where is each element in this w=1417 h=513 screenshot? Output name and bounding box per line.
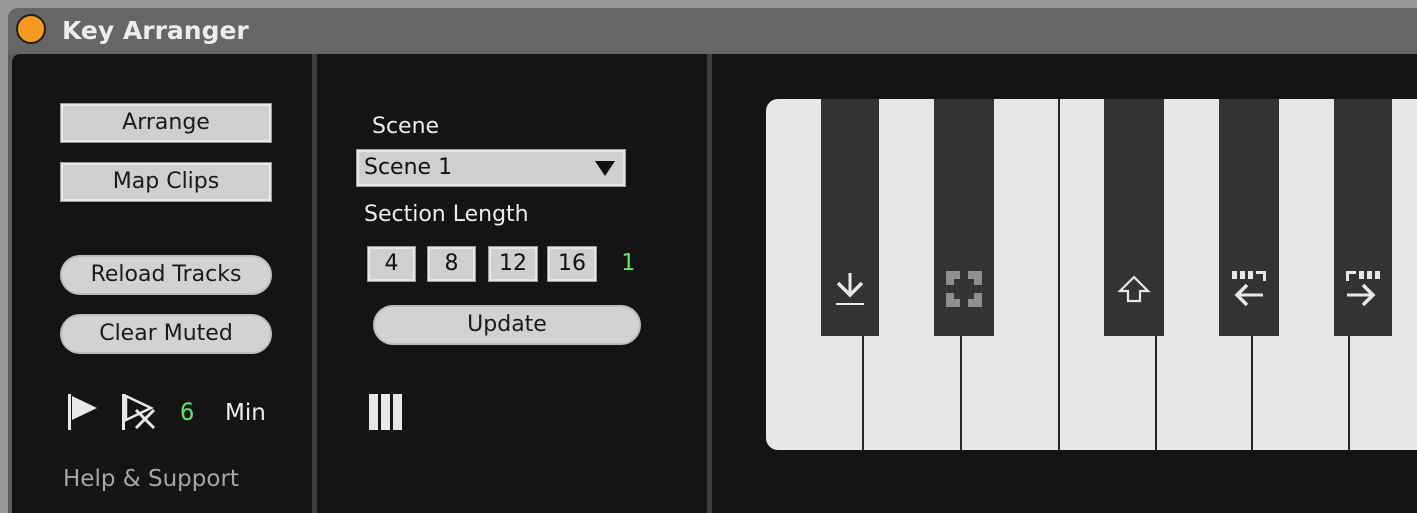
panel-divider-left [312, 54, 317, 513]
flag-icon[interactable] [66, 392, 100, 432]
arrange-button[interactable]: Arrange [60, 103, 272, 143]
fullscreen-icon [946, 271, 982, 307]
columns-icon[interactable] [367, 392, 405, 432]
map-clips-button[interactable]: Map Clips [60, 162, 272, 202]
section-length-value[interactable]: 1 [621, 250, 635, 276]
black-key-1[interactable] [821, 99, 879, 336]
white-key-separator [1058, 99, 1060, 450]
white-key-separator [960, 336, 962, 450]
length-option-16[interactable]: 16 [547, 246, 597, 282]
chevron-down-icon [595, 161, 615, 176]
black-key-5[interactable] [1334, 99, 1392, 336]
white-key-separator [862, 336, 864, 450]
white-key-separator [1155, 336, 1157, 450]
window-title: Key Arranger [62, 16, 249, 45]
piano-keyboard [766, 99, 1417, 450]
scene-select[interactable]: Scene 1 [356, 149, 626, 187]
download-icon [836, 273, 864, 305]
length-option-8[interactable]: 8 [427, 246, 476, 282]
reload-tracks-button[interactable]: Reload Tracks [60, 255, 272, 295]
length-option-12[interactable]: 12 [488, 246, 538, 282]
update-button[interactable]: Update [373, 305, 641, 345]
clear-muted-button[interactable]: Clear Muted [60, 314, 272, 354]
help-support-link[interactable]: Help & Support [63, 466, 239, 492]
black-key-3[interactable] [1104, 99, 1164, 336]
min-count-value[interactable]: 6 [180, 398, 194, 426]
length-option-4[interactable]: 4 [367, 246, 416, 282]
insert-right-icon [1346, 271, 1380, 307]
flag-x-icon[interactable] [120, 392, 160, 432]
black-key-2[interactable] [934, 99, 994, 336]
black-key-4[interactable] [1219, 99, 1279, 336]
white-key-separator [1348, 336, 1350, 450]
scene-label: Scene [372, 114, 440, 139]
title-bar: Key Arranger [8, 8, 1417, 54]
device-power-icon[interactable] [16, 14, 46, 44]
white-key-separator [1251, 336, 1253, 450]
scene-select-value: Scene 1 [364, 155, 453, 180]
min-label: Min [225, 400, 266, 426]
section-length-label: Section Length [364, 202, 529, 227]
panel-divider-right [707, 54, 712, 513]
up-arrow-icon [1117, 275, 1151, 303]
insert-left-icon [1232, 271, 1266, 307]
